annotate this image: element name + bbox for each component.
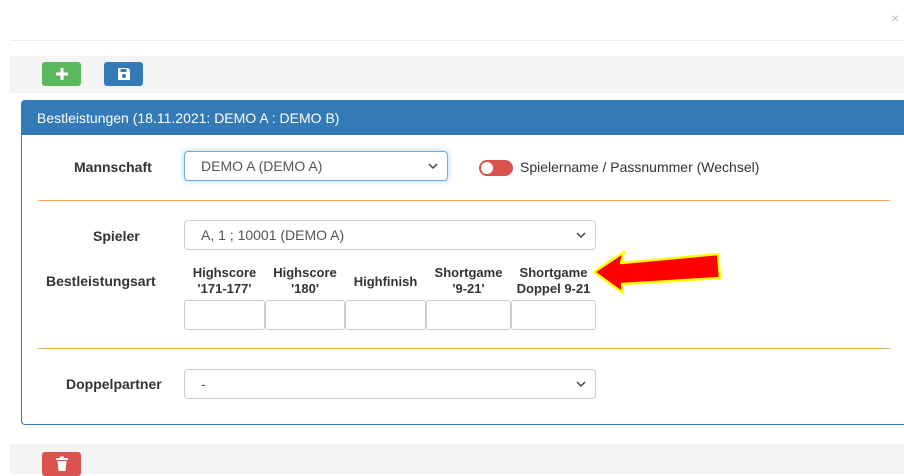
highfinish-input[interactable] bbox=[345, 300, 426, 330]
column-header-highfinish: Highfinish bbox=[345, 274, 426, 290]
highscore-180-input[interactable] bbox=[265, 300, 345, 330]
section-divider bbox=[38, 200, 890, 201]
column-header-shortgame-doppel: Shortgame Doppel 9-21 bbox=[511, 265, 596, 297]
chevron-down-icon bbox=[576, 381, 586, 388]
doppelpartner-label: Doppelpartner bbox=[66, 376, 162, 392]
column-header-line: Doppel 9-21 bbox=[516, 281, 591, 296]
divider bbox=[10, 40, 904, 41]
plus-icon bbox=[55, 68, 68, 80]
toggle-knob bbox=[481, 162, 493, 174]
trash-icon bbox=[55, 456, 68, 471]
column-header-shortgame-9-21: Shortgame '9-21' bbox=[426, 265, 511, 297]
doppelpartner-select[interactable]: - bbox=[184, 369, 596, 399]
column-header-line: Shortgame bbox=[434, 265, 503, 280]
column-header-line: Highscore bbox=[273, 265, 337, 280]
column-header-line: Highfinish bbox=[353, 274, 418, 289]
chevron-down-icon bbox=[428, 163, 438, 170]
mannschaft-select[interactable]: DEMO A (DEMO A) bbox=[184, 151, 448, 181]
column-header-line: Shortgame bbox=[519, 265, 588, 280]
column-header-line: '9-21' bbox=[452, 281, 485, 296]
highscore-171-177-input[interactable] bbox=[184, 300, 265, 330]
save-button[interactable] bbox=[104, 62, 143, 86]
toolbar bbox=[10, 56, 904, 93]
close-icon[interactable]: × bbox=[891, 10, 899, 26]
column-header-highscore-180: Highscore '180' bbox=[265, 265, 345, 297]
add-button[interactable] bbox=[42, 62, 81, 86]
spieler-value: A, 1 ; 10001 (DEMO A) bbox=[201, 227, 345, 243]
spieler-select[interactable]: A, 1 ; 10001 (DEMO A) bbox=[184, 220, 596, 250]
toggle-label: Spielername / Passnummer (Wechsel) bbox=[520, 159, 760, 175]
bestleistungsart-label: Bestleistungsart bbox=[46, 273, 156, 289]
bottom-toolbar bbox=[10, 444, 904, 476]
column-header-line: '171-177' bbox=[197, 281, 252, 296]
spieler-label: Spieler bbox=[93, 228, 140, 244]
doppelpartner-value: - bbox=[201, 376, 206, 392]
mannschaft-label: Mannschaft bbox=[74, 159, 152, 175]
column-header-highscore-171-177: Highscore '171-177' bbox=[184, 265, 265, 297]
shortgame-9-21-input[interactable] bbox=[426, 300, 511, 330]
annotation-arrow-icon bbox=[592, 250, 722, 295]
floppy-disk-icon bbox=[117, 68, 130, 80]
mannschaft-value: DEMO A (DEMO A) bbox=[201, 158, 323, 174]
column-header-line: Highscore bbox=[192, 265, 257, 280]
chevron-down-icon bbox=[576, 232, 586, 239]
panel-title: Bestleistungen (18.11.2021: DEMO A : DEM… bbox=[22, 101, 904, 135]
section-divider bbox=[38, 348, 890, 349]
delete-button[interactable] bbox=[42, 452, 81, 476]
name-passnummer-toggle[interactable] bbox=[479, 160, 513, 176]
shortgame-doppel-input[interactable] bbox=[511, 300, 596, 330]
column-header-line: '180' bbox=[291, 281, 319, 296]
